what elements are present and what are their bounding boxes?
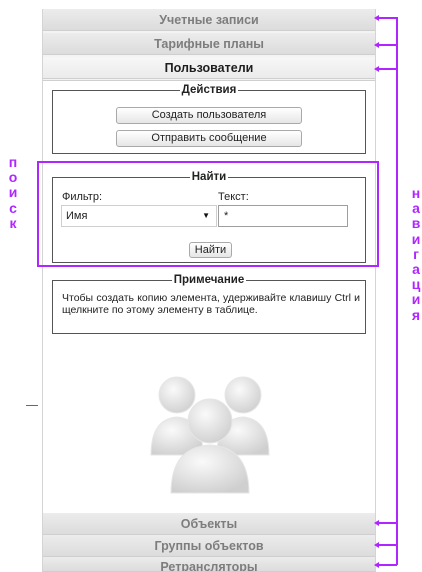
accordion-users[interactable]: Пользователи [43, 57, 375, 79]
annotation-letter: и [411, 230, 421, 247]
annotation-letter: а [412, 200, 420, 217]
users-group-icon [150, 376, 270, 494]
navigation-bracket [396, 17, 398, 565]
annotation-letter: я [411, 306, 421, 323]
bracket-line [377, 564, 397, 566]
annotation-letter: с [9, 199, 17, 216]
arrow-left-icon [374, 66, 379, 72]
users-panel-content: Действия Создать пользователя Отправить … [43, 80, 375, 517]
annotation-letter: и [411, 291, 421, 308]
accordion-accounts[interactable]: Учетные записи [43, 9, 375, 31]
annotation-letter: а [412, 261, 420, 278]
bracket-line [377, 68, 397, 70]
accordion-object-groups[interactable]: Группы объектов [43, 535, 375, 557]
search-annotation-word: п о и с к [6, 154, 20, 231]
annotation-letter: к [9, 214, 17, 231]
bracket-line [377, 522, 397, 524]
navigation-panel: Учетные записи Тарифные планы Пользовате… [42, 9, 376, 572]
annotation-letter: п [8, 154, 18, 170]
actions-legend: Действия [179, 84, 239, 96]
annotation-letter: в [411, 215, 421, 232]
annotation-letter: н [411, 185, 421, 201]
annotation-letter: о [8, 169, 18, 186]
arrow-left-icon [374, 542, 379, 548]
note-text: Чтобы создать копию элемента, удерживайт… [62, 292, 360, 316]
navigation-annotation-word: н а в и г а ц и я [410, 185, 422, 323]
annotation-tick [26, 405, 38, 406]
accordion-repeaters[interactable]: Ретрансляторы [43, 557, 375, 572]
bracket-line [377, 17, 397, 19]
arrow-left-icon [374, 15, 379, 21]
actions-fieldset: Действия Создать пользователя Отправить … [52, 84, 366, 154]
accordion-tariffs[interactable]: Тарифные планы [43, 33, 375, 55]
accordion-objects[interactable]: Объекты [43, 513, 375, 535]
arrow-left-icon [374, 42, 379, 48]
note-legend: Примечание [171, 274, 247, 286]
arrow-left-icon [374, 562, 379, 568]
search-highlight-frame [37, 161, 379, 267]
note-fieldset: Примечание Чтобы создать копию элемента,… [52, 274, 366, 334]
create-user-button[interactable]: Создать пользователя [116, 107, 302, 124]
send-message-button[interactable]: Отправить сообщение [116, 130, 302, 147]
bracket-line [377, 44, 397, 46]
annotation-letter: г [413, 245, 419, 262]
annotation-letter: и [8, 184, 18, 201]
annotation-letter: ц [411, 276, 421, 293]
bracket-line [377, 544, 397, 546]
arrow-left-icon [374, 520, 379, 526]
